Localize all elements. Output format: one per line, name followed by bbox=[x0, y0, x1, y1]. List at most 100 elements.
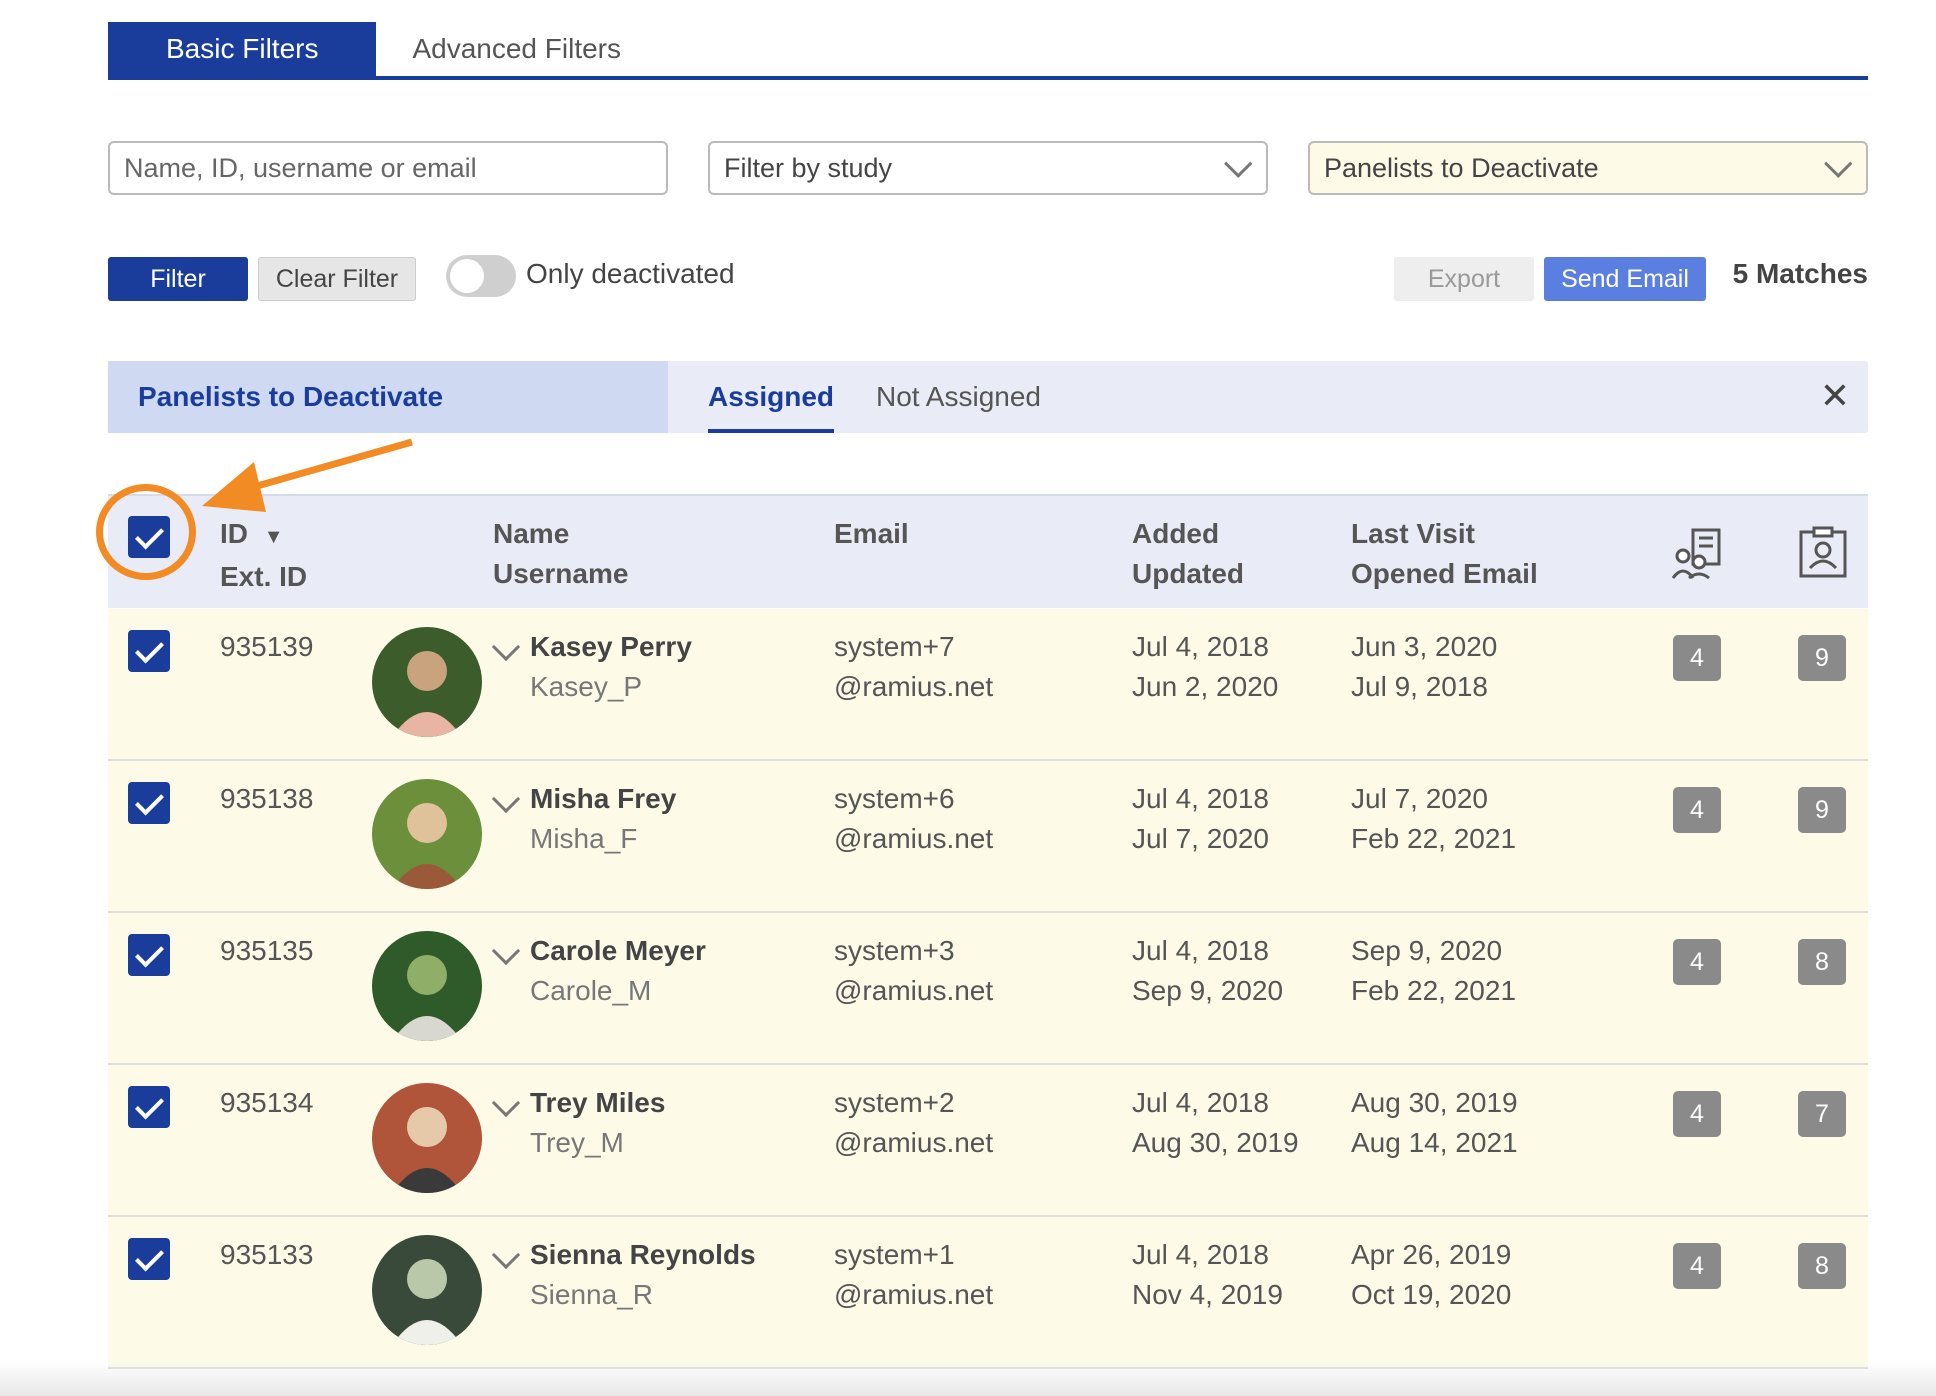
row-dates-added: Jul 4, 2018 Sep 9, 2020 bbox=[1132, 935, 1284, 1006]
row-name[interactable]: Misha Frey bbox=[530, 783, 676, 814]
row-email: system+6 @ramius.net bbox=[834, 783, 994, 854]
header-name: Name Username bbox=[493, 518, 629, 589]
expand-chevron-icon[interactable] bbox=[491, 936, 521, 966]
table-row[interactable]: 935133 Sienna Reynolds Sienna_R system+1 @ra… bbox=[108, 1217, 1868, 1369]
row-name[interactable]: Carole Meyer bbox=[530, 935, 706, 966]
row-email: system+1 @ramius.net bbox=[834, 1239, 994, 1310]
sort-down-icon: ▼ bbox=[263, 526, 284, 548]
row-dates-added: Jul 4, 2018 Aug 30, 2019 bbox=[1132, 1087, 1299, 1158]
row-name-cell: Kasey Perry Kasey_P bbox=[530, 627, 692, 707]
match-count: 5 Matches bbox=[1732, 258, 1868, 289]
studies-count-badge[interactable]: 4 bbox=[1673, 787, 1721, 833]
chevron-down-icon bbox=[1824, 149, 1853, 178]
studies-icon bbox=[1671, 528, 1721, 580]
avatar bbox=[372, 1083, 482, 1193]
toggle-label: Only deactivated bbox=[526, 258, 735, 289]
header-email: Email bbox=[834, 518, 909, 549]
expand-chevron-icon[interactable] bbox=[491, 784, 521, 814]
row-dates-added: Jul 4, 2018 Jun 2, 2020 bbox=[1132, 631, 1279, 702]
row-email: system+2 @ramius.net bbox=[834, 1087, 994, 1158]
row-dates-visit: Sep 9, 2020 Feb 22, 2021 bbox=[1351, 935, 1517, 1006]
row-username: Misha_F bbox=[530, 823, 638, 854]
header-added: Added Updated bbox=[1132, 518, 1244, 589]
group-title: Panelists to Deactivate bbox=[108, 361, 668, 433]
profile-count-badge[interactable]: 7 bbox=[1798, 1091, 1846, 1137]
tab-basic-filters[interactable]: Basic Filters bbox=[108, 22, 377, 76]
avatar bbox=[372, 931, 482, 1041]
row-id: 935139 bbox=[220, 631, 314, 662]
studies-count-badge[interactable]: 4 bbox=[1673, 939, 1721, 985]
row-name[interactable]: Kasey Perry bbox=[530, 631, 692, 662]
row-id: 935135 bbox=[220, 935, 314, 966]
search-input[interactable]: Name, ID, username or email bbox=[108, 141, 668, 195]
profile-count-badge[interactable]: 8 bbox=[1798, 939, 1846, 985]
studies-count-badge[interactable]: 4 bbox=[1673, 635, 1721, 681]
table-row[interactable]: 935139 Kasey Perry Kasey_P system+7 @ramius.… bbox=[108, 609, 1868, 761]
tab-advanced-filters[interactable]: Advanced Filters bbox=[376, 22, 657, 76]
row-email: system+3 @ramius.net bbox=[834, 935, 994, 1006]
profile-icon bbox=[1799, 526, 1847, 578]
tab-not-assigned[interactable]: Not Assigned bbox=[876, 361, 1041, 433]
row-name-cell: Trey Miles Trey_M bbox=[530, 1083, 665, 1163]
row-email: system+7 @ramius.net bbox=[834, 631, 994, 702]
row-dates-added: Jul 4, 2018 Nov 4, 2019 bbox=[1132, 1239, 1283, 1310]
row-username: Kasey_P bbox=[530, 671, 643, 702]
avatar bbox=[372, 627, 482, 737]
avatar bbox=[372, 779, 482, 889]
page: Basic Filters Advanced Filters Name, ID,… bbox=[0, 0, 1936, 1396]
header-id[interactable]: ID ▼ Ext. ID bbox=[220, 514, 307, 597]
group-bar: Panelists to Deactivate Assigned Not Ass… bbox=[108, 361, 1868, 433]
row-dates-visit: Apr 26, 2019 Oct 19, 2020 bbox=[1351, 1239, 1512, 1310]
row-dates-visit: Jul 7, 2020 Feb 22, 2021 bbox=[1351, 783, 1517, 854]
list-select[interactable]: Panelists to Deactivate bbox=[1308, 141, 1868, 195]
expand-chevron-icon[interactable] bbox=[491, 1088, 521, 1118]
expand-chevron-icon[interactable] bbox=[491, 1240, 521, 1270]
row-checkbox[interactable] bbox=[128, 630, 170, 672]
chevron-down-icon bbox=[1224, 149, 1253, 178]
list-select-value: Panelists to Deactivate bbox=[1324, 152, 1599, 183]
studies-count-badge[interactable]: 4 bbox=[1673, 1091, 1721, 1137]
profile-count-badge[interactable]: 9 bbox=[1798, 635, 1846, 681]
row-name-cell: Misha Frey Misha_F bbox=[530, 779, 676, 859]
tab-assigned[interactable]: Assigned bbox=[708, 361, 835, 433]
row-id: 935138 bbox=[220, 783, 314, 814]
row-name[interactable]: Trey Miles bbox=[530, 1087, 665, 1118]
row-dates-added: Jul 4, 2018 Jul 7, 2020 bbox=[1132, 783, 1269, 854]
filter-tabs: Basic Filters Advanced Filters bbox=[108, 22, 1868, 80]
row-name-cell: Carole Meyer Carole_M bbox=[530, 931, 706, 1011]
profile-count-badge[interactable]: 8 bbox=[1798, 1243, 1846, 1289]
table-row[interactable]: 935138 Misha Frey Misha_F system+6 @ramius.n… bbox=[108, 761, 1868, 913]
row-username: Sienna_R bbox=[530, 1279, 653, 1310]
study-select-value: Filter by study bbox=[724, 152, 893, 183]
avatar bbox=[372, 1235, 482, 1345]
table-row[interactable]: 935134 Trey Miles Trey_M system+2 @ramius.ne… bbox=[108, 1065, 1868, 1217]
row-dates-visit: Aug 30, 2019 Aug 14, 2021 bbox=[1351, 1087, 1518, 1158]
row-id: 935133 bbox=[220, 1239, 314, 1270]
highlight-circle bbox=[96, 484, 196, 580]
profile-count-badge[interactable]: 9 bbox=[1798, 787, 1846, 833]
studies-count-badge[interactable]: 4 bbox=[1673, 1243, 1721, 1289]
expand-chevron-icon[interactable] bbox=[491, 632, 521, 662]
arrow-icon bbox=[202, 438, 413, 512]
export-button[interactable]: Export bbox=[1394, 257, 1534, 301]
bottom-fade bbox=[0, 1360, 1936, 1396]
row-username: Trey_M bbox=[530, 1127, 624, 1158]
row-dates-visit: Jun 3, 2020 Jul 9, 2018 bbox=[1351, 631, 1498, 702]
send-email-button[interactable]: Send Email bbox=[1544, 257, 1706, 301]
row-name-cell: Sienna Reynolds Sienna_R bbox=[530, 1235, 756, 1315]
row-checkbox[interactable] bbox=[128, 1086, 170, 1128]
close-icon[interactable]: ✕ bbox=[1820, 375, 1850, 417]
row-checkbox[interactable] bbox=[128, 934, 170, 976]
header-last-visit: Last Visit Opened Email bbox=[1351, 518, 1538, 589]
clear-filter-button[interactable]: Clear Filter bbox=[258, 257, 416, 301]
filter-button[interactable]: Filter bbox=[108, 257, 248, 301]
table-row[interactable]: 935135 Carole Meyer Carole_M system+3 @ramiu… bbox=[108, 913, 1868, 1065]
row-id: 935134 bbox=[220, 1087, 314, 1118]
only-deactivated-toggle[interactable] bbox=[446, 255, 516, 297]
toggle-knob bbox=[450, 259, 484, 293]
row-checkbox[interactable] bbox=[128, 1238, 170, 1280]
row-username: Carole_M bbox=[530, 975, 652, 1006]
row-name[interactable]: Sienna Reynolds bbox=[530, 1239, 756, 1270]
study-select[interactable]: Filter by study bbox=[708, 141, 1268, 195]
row-checkbox[interactable] bbox=[128, 782, 170, 824]
